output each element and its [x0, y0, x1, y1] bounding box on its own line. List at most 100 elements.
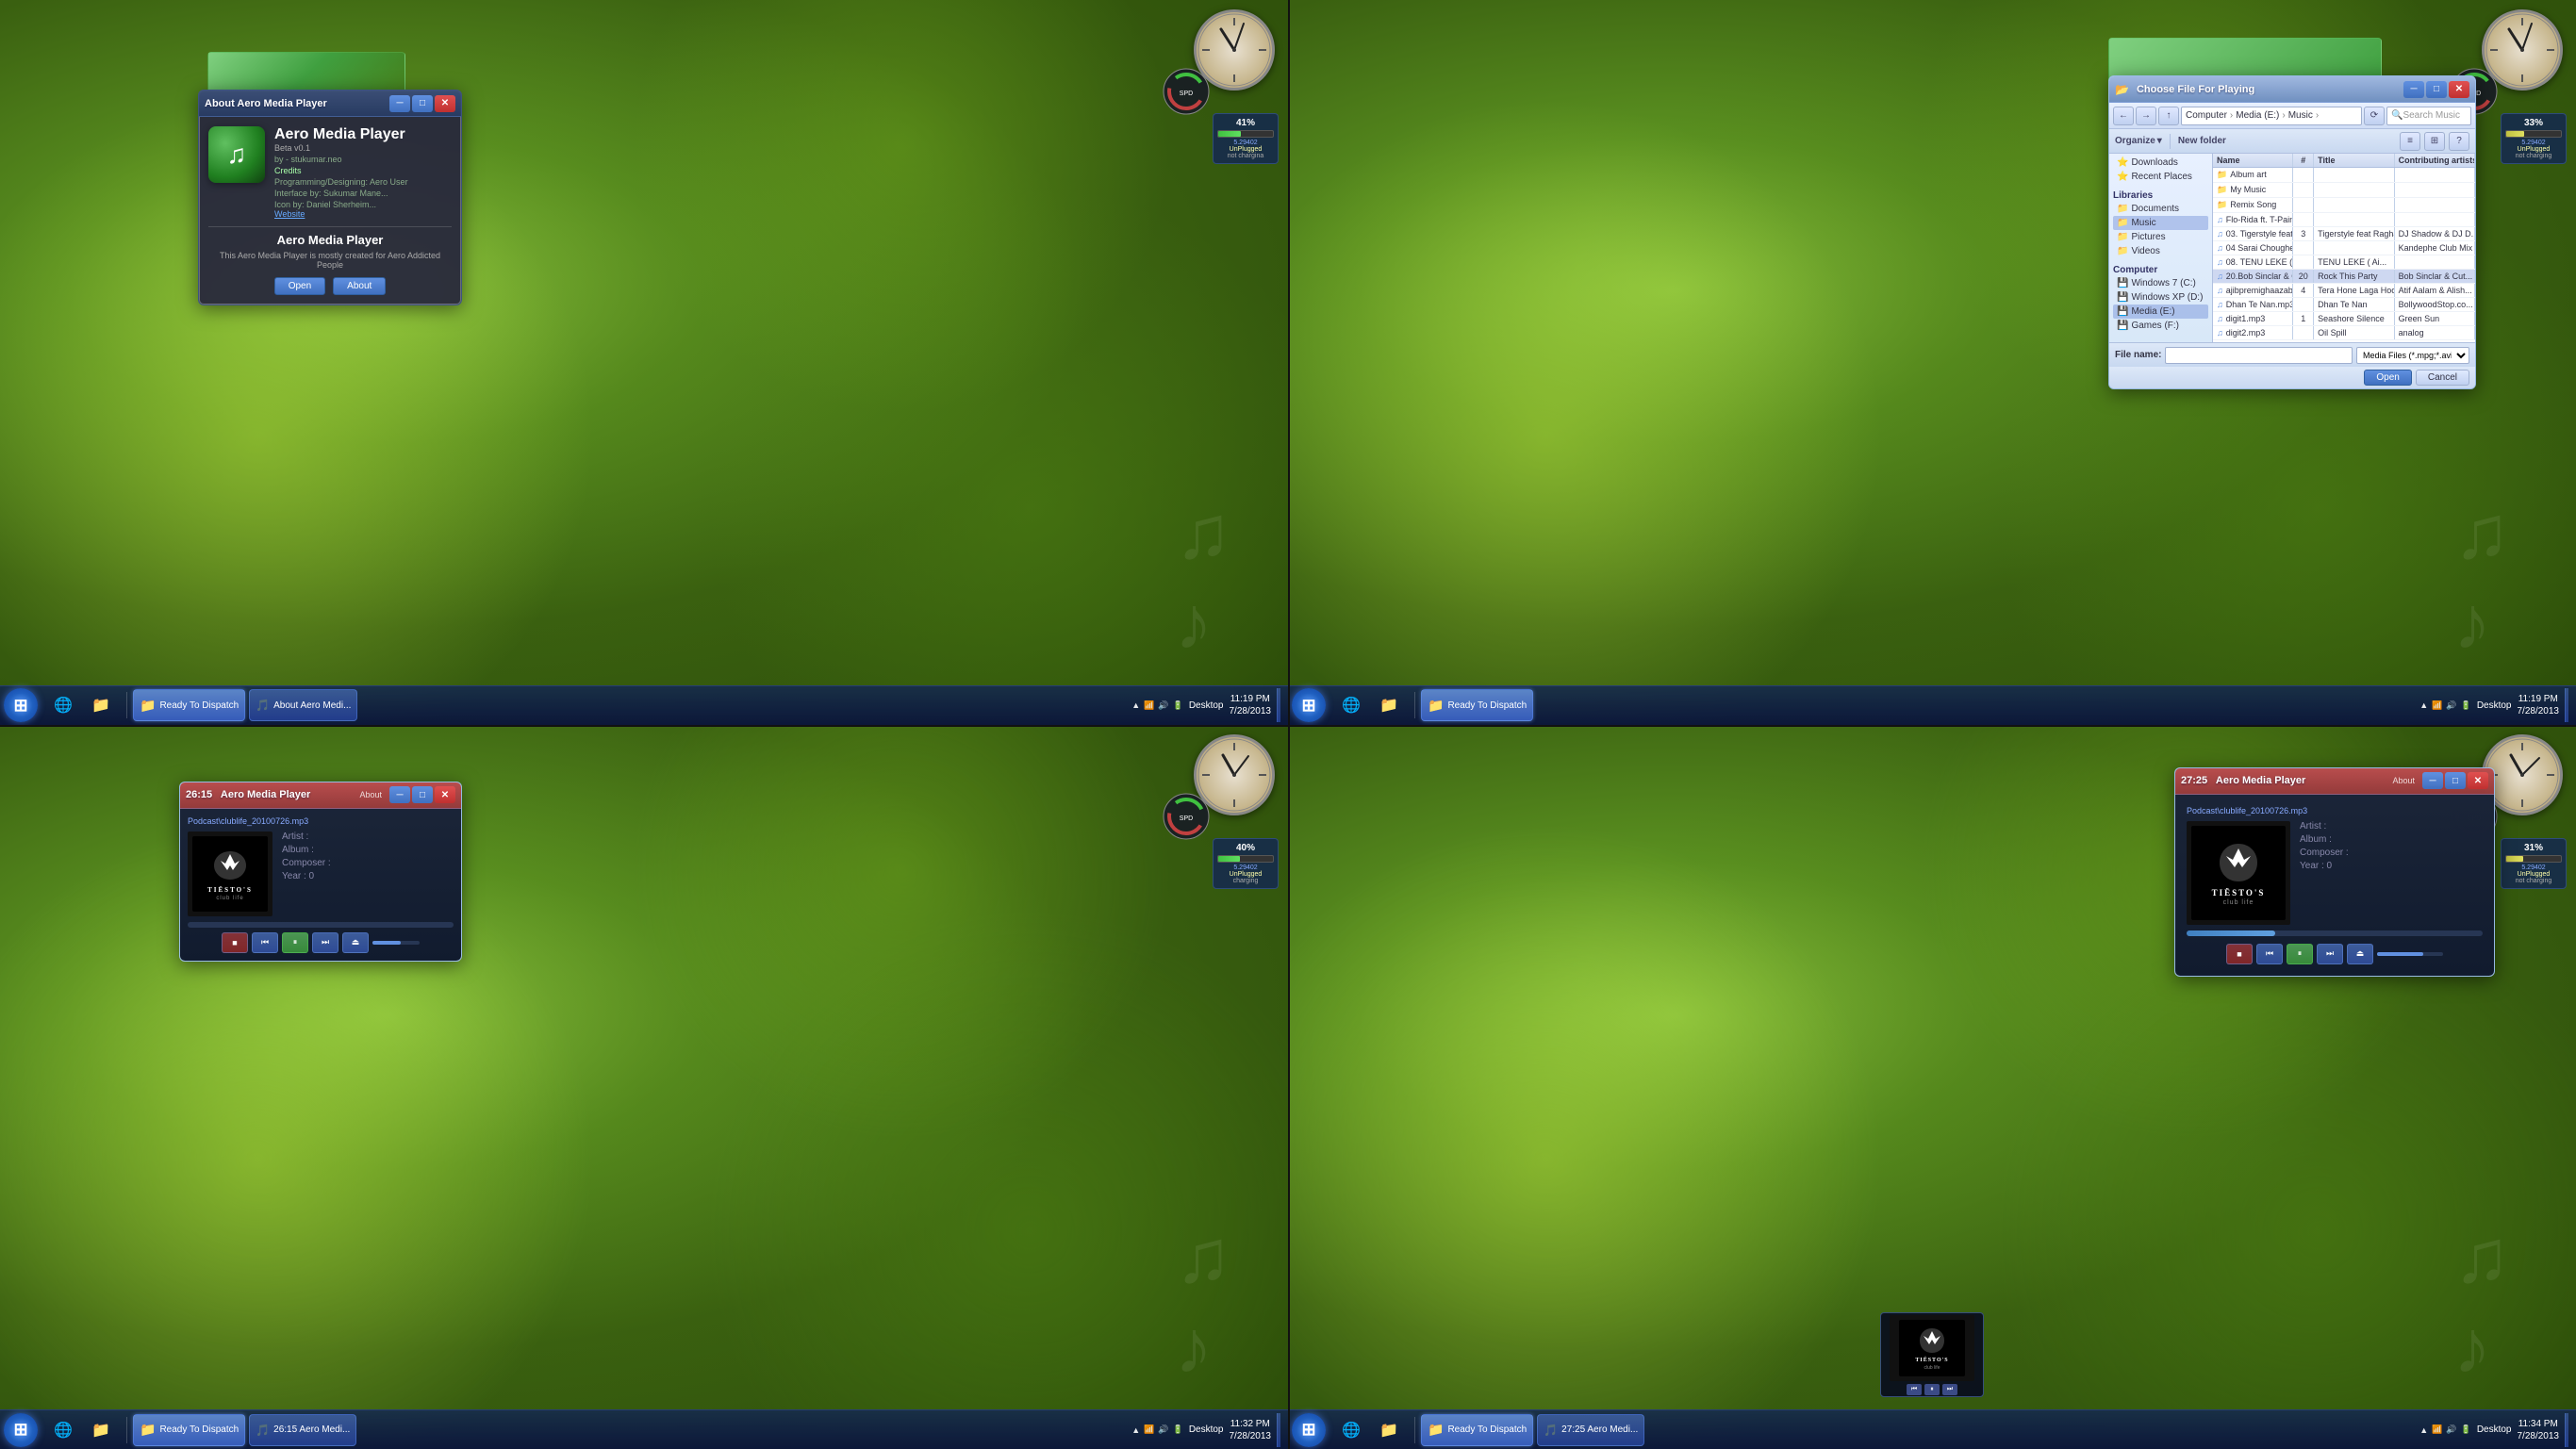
- stop-button-br[interactable]: ■: [2226, 944, 2253, 964]
- desktop-label-tr[interactable]: Desktop: [2477, 700, 2512, 711]
- fc-nav-f[interactable]: 💾 Games (F:): [2113, 319, 2208, 333]
- fc-row-remix[interactable]: 📁Remix Song: [2213, 198, 2475, 213]
- taskbar-pin-ie-br[interactable]: 🌐: [1333, 1412, 1369, 1448]
- player-maximize-bl[interactable]: □: [412, 786, 433, 803]
- desktop-label-bl[interactable]: Desktop: [1189, 1424, 1224, 1435]
- taskbar-player-btn-bl[interactable]: 🎵 26:15 Aero Medi...: [249, 1414, 356, 1446]
- fc-nav-e[interactable]: 💾 Media (E:): [2113, 305, 2208, 319]
- pause-button-br[interactable]: ⏸: [2287, 944, 2313, 964]
- taskbar-pin-folder-br[interactable]: 📁: [1371, 1412, 1407, 1448]
- fc-nav-videos[interactable]: 📁 Videos: [2113, 244, 2208, 258]
- about-window[interactable]: About Aero Media Player ─ □ ✕ ♫ Aero Med…: [198, 90, 462, 305]
- fc-row-ajib[interactable]: ♫ajibpremighaazabk... 4 Tera Hone Laga H…: [2213, 284, 2475, 298]
- fc-newfolder-button[interactable]: New folder: [2178, 136, 2226, 146]
- fc-row-mymusic[interactable]: 📁My Music: [2213, 183, 2475, 198]
- taskbar-edge-tr[interactable]: [2565, 688, 2568, 722]
- taskbar-edge-tl[interactable]: [1277, 688, 1280, 722]
- fc-forward-button[interactable]: →: [2136, 107, 2156, 125]
- prev-button-bl[interactable]: ⏮: [252, 932, 278, 953]
- thumb-prev-btn[interactable]: ⏮: [1907, 1384, 1922, 1395]
- player-maximize-br[interactable]: □: [2445, 772, 2466, 789]
- fc-refresh-button[interactable]: ⟳: [2364, 107, 2385, 125]
- player-progress-br[interactable]: [2187, 930, 2483, 936]
- prev-button-br[interactable]: ⏮: [2256, 944, 2283, 964]
- start-button-bl[interactable]: ⊞: [4, 1413, 38, 1447]
- taskbar-dispatch-btn-bl[interactable]: 📁 Ready To Dispatch: [133, 1414, 245, 1446]
- fc-close-button[interactable]: ✕: [2449, 81, 2469, 98]
- stop-button-bl[interactable]: ■: [222, 932, 248, 953]
- fc-nav-music[interactable]: 📁 Music: [2113, 216, 2208, 230]
- about-titlebar[interactable]: About Aero Media Player ─ □ ✕: [199, 91, 461, 117]
- desktop-label-br[interactable]: Desktop: [2477, 1424, 2512, 1435]
- fc-row-tenu[interactable]: ♫08. TENU LEKE (Ai... TENU LEKE ( Ai...: [2213, 255, 2475, 270]
- about-open-button[interactable]: Open: [274, 277, 325, 295]
- fc-view-btn2[interactable]: ⊞: [2424, 132, 2445, 151]
- player-titlebar-bl[interactable]: 26:15 Aero Media Player About ─ □ ✕: [180, 782, 461, 809]
- fc-organize-button[interactable]: Organize ▾: [2115, 136, 2162, 146]
- player-window-br[interactable]: 27:25 Aero Media Player About ─ □ ✕ Podc…: [2174, 767, 2495, 977]
- filechooser-window[interactable]: 📂 Choose File For Playing ─ □ ✕ ← → ↑ Co…: [2108, 75, 2476, 389]
- col-title-header[interactable]: Title: [2314, 154, 2394, 167]
- about-website-link[interactable]: Website: [274, 209, 452, 219]
- fc-filename-input[interactable]: [2165, 347, 2353, 364]
- fc-row-digit1[interactable]: ♫digit1.mp3 1 Seashore Silence Green Sun: [2213, 312, 2475, 326]
- fc-row-tigerstyle[interactable]: ♫03. Tigerstyle feat R... 3 Tigerstyle f…: [2213, 227, 2475, 241]
- fc-nav-pictures[interactable]: 📁 Pictures: [2113, 230, 2208, 244]
- fc-back-button[interactable]: ←: [2113, 107, 2134, 125]
- fc-nav-downloads[interactable]: ⭐ Downloads: [2113, 156, 2208, 170]
- start-button-tl[interactable]: ⊞: [4, 688, 38, 722]
- taskbar-edge-bl[interactable]: [1277, 1413, 1280, 1447]
- player-about-link-bl[interactable]: About: [359, 790, 382, 799]
- taskbar-pin-folder-tl[interactable]: 📁: [83, 687, 119, 723]
- about-close-button[interactable]: ✕: [435, 95, 455, 112]
- fc-nav-recent[interactable]: ⭐ Recent Places: [2113, 170, 2208, 184]
- fc-row-sarai[interactable]: ♫04 Sarai Choughed... Kandephe Club Mix: [2213, 241, 2475, 255]
- player-titlebar-br[interactable]: 27:25 Aero Media Player About ─ □ ✕: [2175, 768, 2494, 795]
- fc-search-box[interactable]: 🔍 Search Music: [2386, 107, 2471, 125]
- pause-button-bl[interactable]: ⏸: [282, 932, 308, 953]
- player-close-br[interactable]: ✕: [2468, 772, 2488, 789]
- filechooser-titlebar[interactable]: 📂 Choose File For Playing ─ □ ✕: [2109, 76, 2475, 103]
- fc-type-select[interactable]: Media Files (*.mpg;*.avi;*.wma;...: [2356, 347, 2469, 364]
- taskbar-dispatch-btn-br[interactable]: 📁 Ready To Dispatch: [1421, 1414, 1533, 1446]
- taskbar-dispatch-btn-tl[interactable]: 📁 Ready To Dispatch: [133, 689, 245, 721]
- fc-address-bar[interactable]: Computer › Media (E:) › Music ›: [2181, 107, 2362, 125]
- start-button-tr[interactable]: ⊞: [1292, 688, 1326, 722]
- fc-maximize-button[interactable]: □: [2426, 81, 2447, 98]
- taskbar-pin-ie-tr[interactable]: 🌐: [1333, 687, 1369, 723]
- volume-slider-bl[interactable]: [372, 941, 420, 945]
- fc-row-bobsinclar[interactable]: ♫20.Bob Sinclar & Cu... 20 Rock This Par…: [2213, 270, 2475, 284]
- taskbar-pin-folder-bl[interactable]: 📁: [83, 1412, 119, 1448]
- taskbar-dispatch-btn-tr[interactable]: 📁 Ready To Dispatch: [1421, 689, 1533, 721]
- fc-minimize-button[interactable]: ─: [2403, 81, 2424, 98]
- about-minimize-button[interactable]: ─: [389, 95, 410, 112]
- taskbar-pin-ie-bl[interactable]: 🌐: [45, 1412, 81, 1448]
- volume-slider-br[interactable]: [2377, 952, 2443, 956]
- taskbar-about-btn-tl[interactable]: 🎵 About Aero Medi...: [249, 689, 357, 721]
- player-progress-bl[interactable]: [188, 922, 454, 928]
- taskbar-player-btn-br[interactable]: 🎵 27:25 Aero Medi...: [1537, 1414, 1644, 1446]
- thumb-next-btn[interactable]: ⏭: [1942, 1384, 1957, 1395]
- fc-row-albumart[interactable]: 📁Album art: [2213, 168, 2475, 183]
- next-button-bl[interactable]: ⏭: [312, 932, 339, 953]
- about-maximize-button[interactable]: □: [412, 95, 433, 112]
- fc-cancel-button[interactable]: Cancel: [2416, 370, 2469, 386]
- fc-nav-d[interactable]: 💾 Windows XP (D:): [2113, 290, 2208, 305]
- desktop-label-tl[interactable]: Desktop: [1189, 700, 1224, 711]
- player-window-bl[interactable]: 26:15 Aero Media Player About ─ □ ✕ Podc…: [179, 782, 462, 962]
- thumb-play-btn[interactable]: ⏸: [1924, 1384, 1940, 1395]
- fc-nav-c[interactable]: 💾 Windows 7 (C:): [2113, 276, 2208, 290]
- next-button-br[interactable]: ⏭: [2317, 944, 2343, 964]
- taskbar-pin-folder-tr[interactable]: 📁: [1371, 687, 1407, 723]
- eject-button-br[interactable]: ⏏: [2347, 944, 2373, 964]
- start-button-br[interactable]: ⊞: [1292, 1413, 1326, 1447]
- fc-help-button[interactable]: ?: [2449, 132, 2469, 151]
- fc-row-floridatpain[interactable]: ♫Flo-Rida ft. T-Pain...: [2213, 213, 2475, 227]
- fc-nav-docs[interactable]: 📁 Documents: [2113, 202, 2208, 216]
- about-about-button[interactable]: About: [333, 277, 386, 295]
- player-minimize-bl[interactable]: ─: [389, 786, 410, 803]
- col-artist-header[interactable]: Contributing artists: [2395, 154, 2475, 167]
- eject-button-bl[interactable]: ⏏: [342, 932, 369, 953]
- fc-view-details-button[interactable]: ≡: [2400, 132, 2420, 151]
- taskbar-pin-ie-tl[interactable]: 🌐: [45, 687, 81, 723]
